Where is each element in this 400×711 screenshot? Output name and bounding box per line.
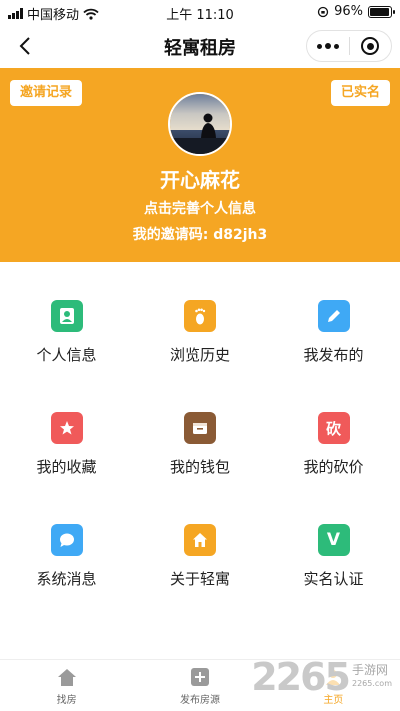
menu-item-bargain[interactable]: 砍 我的砍价 <box>267 374 400 486</box>
star-icon <box>50 412 83 444</box>
user-icon <box>50 300 83 332</box>
verify-icon: V <box>317 524 350 556</box>
home-icon <box>57 669 76 686</box>
nav-bar: 轻寓租房 <box>0 24 400 68</box>
mini-program-capsule <box>306 30 392 62</box>
footprint-icon <box>184 300 216 332</box>
menu-item-label: 实名认证 <box>303 570 364 588</box>
menu-item-favorites[interactable]: 我的收藏 <box>0 374 133 486</box>
orientation-lock-icon <box>317 6 329 17</box>
status-bar: 中国移动 上午 11:10 96% <box>0 0 400 24</box>
profile-header: 邀请记录 已实名 开心麻花 点击完善个人信息 我的邀请码: d82jh3 <box>0 68 400 262</box>
invite-code: 我的邀请码: d82jh3 <box>132 227 268 243</box>
tab-post-listing[interactable]: 发布房源 <box>133 660 266 711</box>
menu-item-label: 浏览历史 <box>169 346 230 364</box>
complete-profile-link[interactable]: 点击完善个人信息 <box>0 198 400 218</box>
menu-item-my-posts[interactable]: 我发布的 <box>267 262 400 374</box>
watermark-number: 2265 <box>251 655 351 699</box>
battery-icon <box>368 5 395 18</box>
menu-item-personal-info[interactable]: 个人信息 <box>0 262 133 374</box>
plus-square-icon <box>190 668 209 686</box>
tab-find-house[interactable]: 找房 <box>0 660 133 711</box>
wallet-icon <box>184 412 216 444</box>
watermark-cn: 手游网 <box>352 663 389 677</box>
close-mini-program-button[interactable] <box>350 31 391 61</box>
menu-item-wallet[interactable]: 我的钱包 <box>133 374 267 486</box>
menu-item-label: 系统消息 <box>36 570 97 588</box>
menu-item-about[interactable]: 关于轻寓 <box>133 486 267 598</box>
menu-item-real-name-verify[interactable]: V 实名认证 <box>267 486 400 598</box>
site-watermark: 2265 手游网 2265.com <box>251 652 392 702</box>
menu-item-label: 我发布的 <box>303 346 364 364</box>
menu-item-label: 我的砍价 <box>303 458 364 476</box>
username: 开心麻花 <box>160 168 240 192</box>
menu-item-browse-history[interactable]: 浏览历史 <box>133 262 267 374</box>
pencil-icon <box>317 300 350 332</box>
menu-item-label: 我的钱包 <box>169 458 230 476</box>
bargain-icon: 砍 <box>317 412 350 444</box>
message-icon <box>50 524 83 556</box>
menu-item-label: 我的收藏 <box>36 458 97 476</box>
invite-records-button[interactable]: 邀请记录 <box>10 80 83 106</box>
tab-label: 找房 <box>56 695 77 706</box>
verified-badge-button[interactable]: 已实名 <box>330 80 390 106</box>
target-icon <box>361 37 380 55</box>
avatar-image <box>170 94 230 154</box>
menu-grid: 个人信息 浏览历史 我发布的 我的收藏 我的钱包 砍 我的砍价 系统消息 关于轻… <box>0 262 400 598</box>
menu-item-label: 个人信息 <box>36 346 97 364</box>
battery-percent: 96% <box>334 4 363 19</box>
watermark-text: 手游网 2265.com <box>352 663 392 691</box>
menu-item-label: 关于轻寓 <box>169 570 230 588</box>
tab-label: 发布房源 <box>179 695 220 706</box>
house-icon <box>184 524 216 556</box>
avatar[interactable] <box>168 92 232 156</box>
more-button[interactable] <box>307 31 349 61</box>
watermark-en: 2265.com <box>352 679 392 688</box>
menu-item-system-messages[interactable]: 系统消息 <box>0 486 133 598</box>
